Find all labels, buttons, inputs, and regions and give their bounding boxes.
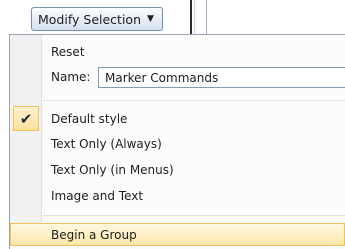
menu-item-label: Reset xyxy=(51,45,85,59)
menu-item-label: Default style xyxy=(51,112,128,126)
menu-item-text-only-in-menus[interactable]: Text Only (in Menus) xyxy=(10,158,345,182)
menu-separator xyxy=(43,100,345,101)
menu-item-label: Begin a Group xyxy=(51,228,137,242)
menu-item-image-and-text[interactable]: Image and Text xyxy=(10,184,345,208)
menu-item-reset[interactable]: Reset xyxy=(10,40,345,64)
menu-item-label: Text Only (in Menus) xyxy=(51,163,174,177)
window-divider xyxy=(190,0,195,34)
modify-selection-label: Modify Selection xyxy=(38,11,141,27)
modify-selection-button[interactable]: Modify Selection ▼ xyxy=(31,7,163,31)
chevron-down-icon: ▼ xyxy=(147,13,154,24)
window-divider-line xyxy=(206,0,207,34)
name-field[interactable] xyxy=(98,67,345,88)
name-row: Name: xyxy=(10,64,345,92)
menu-item-label: Text Only (Always) xyxy=(51,137,162,151)
menu-item-default-style[interactable]: Default style xyxy=(10,107,345,131)
menu-item-text-only-always[interactable]: Text Only (Always) xyxy=(10,132,345,156)
menu-item-begin-a-group[interactable]: Begin a Group xyxy=(10,223,345,247)
menu-item-label: Image and Text xyxy=(51,189,144,203)
name-label: Name: xyxy=(51,70,91,84)
menu-separator xyxy=(43,215,345,216)
